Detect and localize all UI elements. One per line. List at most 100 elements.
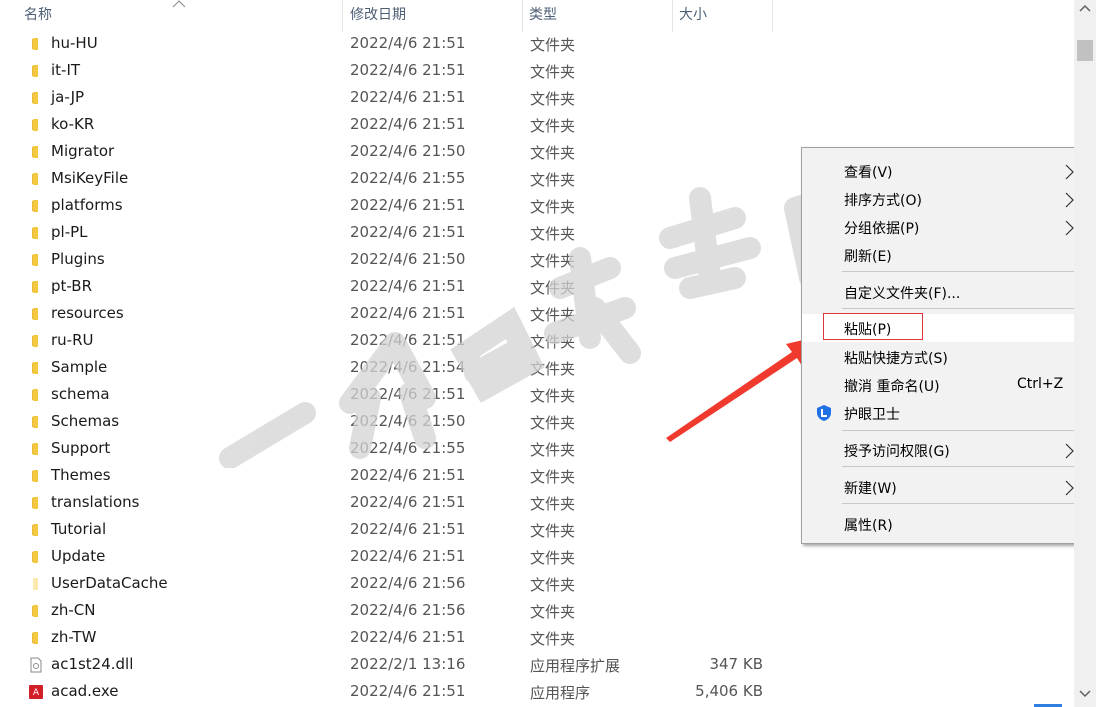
file-date: 2022/4/6 21:50 <box>350 412 466 430</box>
chevron-right-icon <box>1065 480 1074 496</box>
file-date: 2022/4/6 21:55 <box>350 439 466 457</box>
file-type: 应用程序扩展 <box>530 657 621 675</box>
file-row[interactable]: ja-JP 2022/4/6 21:51 文件夹 <box>0 85 1074 112</box>
menu-item-properties[interactable]: 属性(R) <box>802 510 1088 538</box>
file-name: Migrator <box>51 142 115 160</box>
file-type: 文件夹 <box>530 252 576 270</box>
file-name: Sample <box>51 358 108 376</box>
file-name: Schemas <box>51 412 120 430</box>
folder-icon <box>28 279 44 295</box>
file-name: MsiKeyFile <box>51 169 129 187</box>
file-row[interactable]: ko-KR 2022/4/6 21:51 文件夹 <box>0 112 1074 139</box>
folder-icon <box>28 36 44 52</box>
file-name: translations <box>51 493 140 511</box>
folder-icon <box>28 306 44 322</box>
file-type: 文件夹 <box>530 279 576 297</box>
file-name: Support <box>51 439 111 457</box>
file-row[interactable]: hu-HU 2022/4/6 21:51 文件夹 <box>0 31 1074 58</box>
menu-item-label: 属性(R) <box>844 518 893 534</box>
scroll-down-icon[interactable] <box>1079 690 1091 698</box>
file-name: schema <box>51 385 110 403</box>
file-date: 2022/4/6 21:51 <box>350 88 466 106</box>
folder-icon <box>28 225 44 241</box>
column-date-header[interactable]: 修改日期 <box>344 0 523 32</box>
menu-item-label: 排序方式(O) <box>844 193 922 209</box>
file-date: 2022/4/6 21:51 <box>350 304 466 322</box>
file-date: 2022/4/6 21:55 <box>350 169 466 187</box>
file-type: 文件夹 <box>530 387 576 405</box>
column-name-header[interactable]: 名称 <box>18 0 343 32</box>
file-type: 文件夹 <box>530 333 576 351</box>
menu-item-new[interactable]: 新建(W) <box>802 473 1088 501</box>
folder-icon <box>28 414 44 430</box>
file-name: UserDataCache <box>51 574 168 592</box>
file-name: ja-JP <box>51 88 85 106</box>
file-size: 5,406 KB <box>695 682 763 700</box>
file-row[interactable]: it-IT 2022/4/6 21:51 文件夹 <box>0 58 1074 85</box>
folder-icon <box>28 522 44 538</box>
file-type: 文件夹 <box>530 549 576 567</box>
file-row[interactable]: zh-CN 2022/4/6 21:56 文件夹 <box>0 598 1074 625</box>
menu-item-label: 粘贴快捷方式(S) <box>844 351 948 367</box>
file-name: zh-TW <box>51 628 97 646</box>
folder-icon <box>28 171 44 187</box>
menu-item-refresh[interactable]: 刷新(E) <box>802 241 1088 269</box>
column-type-header[interactable]: 类型 <box>523 0 673 32</box>
svg-text:A: A <box>33 688 40 698</box>
file-type: 文件夹 <box>530 117 576 135</box>
file-row[interactable]: Update 2022/4/6 21:51 文件夹 <box>0 544 1074 571</box>
folder-icon <box>28 630 44 646</box>
file-name: resources <box>51 304 124 322</box>
folder-icon <box>28 387 44 403</box>
file-date: 2022/4/6 21:56 <box>350 574 466 592</box>
chevron-right-icon <box>1065 164 1074 180</box>
chevron-right-icon <box>1065 443 1074 459</box>
file-name: hu-HU <box>51 34 98 52</box>
menu-separator <box>842 271 1074 272</box>
menu-item-sort[interactable]: 排序方式(O) <box>802 185 1088 213</box>
menu-separator <box>842 430 1074 431</box>
menu-item-view[interactable]: 查看(V) <box>802 157 1088 185</box>
file-name: Plugins <box>51 250 105 268</box>
file-type: 文件夹 <box>530 495 576 513</box>
vertical-scrollbar[interactable] <box>1074 0 1096 707</box>
menu-separator <box>842 308 1074 309</box>
file-type: 文件夹 <box>530 603 576 621</box>
menu-item-label: 刷新(E) <box>844 249 892 265</box>
menu-item-customize-folder[interactable]: 自定义文件夹(F)... <box>802 278 1088 306</box>
file-name: Tutorial <box>51 520 107 538</box>
file-type: 文件夹 <box>530 225 576 243</box>
scrollbar-thumb[interactable] <box>1077 40 1093 61</box>
folder-icon <box>28 360 44 376</box>
context-menu: 查看(V) 排序方式(O) 分组依据(P) 刷新(E) 自定义文件夹(F)...… <box>801 147 1089 544</box>
file-type: 应用程序 <box>530 684 591 702</box>
menu-item-group[interactable]: 分组依据(P) <box>802 213 1088 241</box>
file-date: 2022/4/6 21:51 <box>350 628 466 646</box>
file-date: 2022/4/6 21:51 <box>350 61 466 79</box>
menu-item-paste-shortcut[interactable]: 粘贴快捷方式(S) <box>802 343 1088 371</box>
column-size-header[interactable]: 大小 <box>673 0 773 32</box>
file-type: 文件夹 <box>530 522 576 540</box>
file-name: zh-CN <box>51 601 96 619</box>
column-header: 名称 修改日期 类型 大小 <box>0 0 1074 32</box>
folder-icon <box>28 549 44 565</box>
scroll-up-icon[interactable] <box>1079 4 1091 12</box>
file-date: 2022/4/6 21:56 <box>350 601 466 619</box>
folder-light-icon <box>28 576 44 592</box>
file-date: 2022/4/6 21:51 <box>350 466 466 484</box>
folder-icon <box>28 495 44 511</box>
menu-item-label: 护眼卫士 <box>844 407 900 423</box>
file-row[interactable]: UserDataCache 2022/4/6 21:56 文件夹 <box>0 571 1074 598</box>
menu-item-label: 分组依据(P) <box>844 221 920 237</box>
file-row[interactable]: zh-TW 2022/4/6 21:51 文件夹 <box>0 625 1074 652</box>
menu-item-undo-rename[interactable]: 撤消 重命名(U) Ctrl+Z <box>802 371 1088 399</box>
file-name: Update <box>51 547 106 565</box>
file-date: 2022/4/6 21:51 <box>350 520 466 538</box>
menu-item-grant-access[interactable]: 授予访问权限(G) <box>802 436 1088 464</box>
shield-icon <box>817 405 831 421</box>
file-row[interactable]: Aacad.exe 2022/4/6 21:51 应用程序 5,406 KB <box>0 679 1074 706</box>
file-date: 2022/4/6 21:51 <box>350 34 466 52</box>
menu-item-eye-guard[interactable]: 护眼卫士 <box>802 399 1088 427</box>
menu-item-label: 新建(W) <box>844 481 897 497</box>
file-row[interactable]: ac1st24.dll 2022/2/1 13:16 应用程序扩展 347 KB <box>0 652 1074 679</box>
